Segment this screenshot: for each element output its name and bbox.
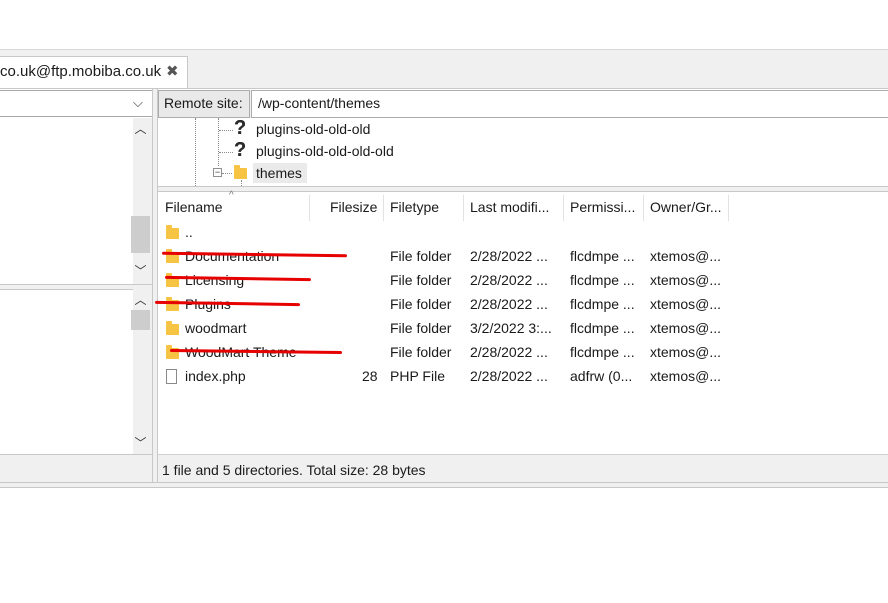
remote-path-value: /wp-content/themes	[258, 95, 381, 111]
file-modified: 2/28/2022 ...	[470, 296, 548, 312]
file-owner: xtemos@...	[650, 320, 722, 336]
column-header-owner-group[interactable]: Owner/Gr...	[650, 199, 722, 215]
tree-guide-line	[222, 173, 232, 174]
file-icon	[166, 369, 177, 384]
scroll-down-icon[interactable]: ﹀	[131, 262, 150, 279]
file-size: 28	[362, 368, 378, 384]
file-name: Licensing	[185, 272, 245, 288]
file-modified: 2/28/2022 ...	[470, 368, 548, 384]
column-divider[interactable]	[383, 195, 384, 221]
column-divider[interactable]	[728, 195, 729, 221]
file-type: PHP File	[390, 368, 445, 384]
column-header-filesize[interactable]: Filesize	[330, 199, 377, 215]
file-name: woodmart	[185, 320, 247, 336]
file-type: File folder	[390, 272, 452, 288]
file-type: File folder	[390, 296, 452, 312]
file-name: ..	[185, 224, 193, 240]
tree-item-plugins-old-old-old-old[interactable]: ?	[234, 139, 247, 161]
file-owner: xtemos@...	[650, 296, 722, 312]
local-tree-scrollbar[interactable]	[133, 118, 152, 284]
local-pane-splitter[interactable]	[0, 284, 152, 290]
file-owner: xtemos@...	[650, 344, 722, 360]
local-status-bar	[0, 454, 152, 483]
site-tab-label: co.uk@ftp.mobiba.co.uk	[0, 63, 162, 80]
file-permissions: flcdmpe ...	[570, 344, 635, 360]
local-path-dropdown[interactable]	[0, 90, 152, 117]
folder-icon	[166, 225, 179, 239]
tree-item-label[interactable]: plugins-old-old-old	[256, 121, 370, 137]
scroll-up-icon[interactable]: ︿	[131, 291, 150, 308]
file-modified: 2/28/2022 ...	[470, 248, 548, 264]
file-owner: xtemos@...	[650, 248, 722, 264]
tree-guide-line	[195, 118, 196, 186]
unknown-folder-icon: ?	[234, 117, 247, 139]
file-name: index.php	[185, 368, 246, 384]
bottom-splitter[interactable]	[0, 482, 888, 488]
column-header-filetype[interactable]: Filetype	[390, 199, 439, 215]
column-header-permissions[interactable]: Permissi...	[570, 199, 635, 215]
chevron-down-icon[interactable]: ⌵	[133, 95, 143, 111]
remote-site-label: Remote site:	[164, 95, 243, 111]
column-header-last-modified[interactable]: Last modifi...	[470, 199, 549, 215]
scroll-down-icon[interactable]: ﹀	[131, 434, 150, 451]
folder-icon	[166, 321, 179, 335]
file-owner: xtemos@...	[650, 272, 722, 288]
tree-guide-line	[219, 130, 233, 131]
scrollbar-thumb[interactable]	[131, 216, 150, 253]
tree-item-themes[interactable]: themes	[256, 165, 302, 181]
file-modified: 2/28/2022 ...	[470, 344, 548, 360]
column-divider[interactable]	[309, 195, 310, 221]
tree-guide-line	[219, 152, 233, 153]
folder-icon	[234, 165, 247, 179]
unknown-folder-icon: ?	[234, 139, 247, 161]
file-modified: 2/28/2022 ...	[470, 272, 548, 288]
column-divider[interactable]	[563, 195, 564, 221]
file-permissions: flcdmpe ...	[570, 296, 635, 312]
collapse-icon[interactable]: −	[213, 168, 222, 177]
file-type: File folder	[390, 344, 452, 360]
tree-guide-line	[218, 118, 219, 166]
sort-ascending-icon: ^	[229, 190, 234, 201]
column-divider[interactable]	[643, 195, 644, 221]
file-permissions: flcdmpe ...	[570, 272, 635, 288]
file-permissions: flcdmpe ...	[570, 320, 635, 336]
file-modified: 3/2/2022 3:...	[470, 320, 552, 336]
status-text: 1 file and 5 directories. Total size: 28…	[162, 462, 426, 478]
column-header-filename[interactable]: Filename	[165, 199, 223, 215]
file-row[interactable]	[160, 222, 730, 244]
file-permissions: flcdmpe ...	[570, 248, 635, 264]
close-icon[interactable]: ✖	[166, 62, 179, 80]
column-divider[interactable]	[463, 195, 464, 221]
scroll-up-icon[interactable]: ︿	[131, 120, 150, 137]
file-type: File folder	[390, 248, 452, 264]
file-type: File folder	[390, 320, 452, 336]
tree-item-plugins-old-old-old[interactable]: ?	[234, 117, 247, 139]
file-owner: xtemos@...	[650, 368, 722, 384]
file-permissions: adfrw (0...	[570, 368, 633, 384]
scrollbar-thumb[interactable]	[131, 310, 150, 330]
tree-item-label[interactable]: plugins-old-old-old-old	[256, 143, 394, 159]
